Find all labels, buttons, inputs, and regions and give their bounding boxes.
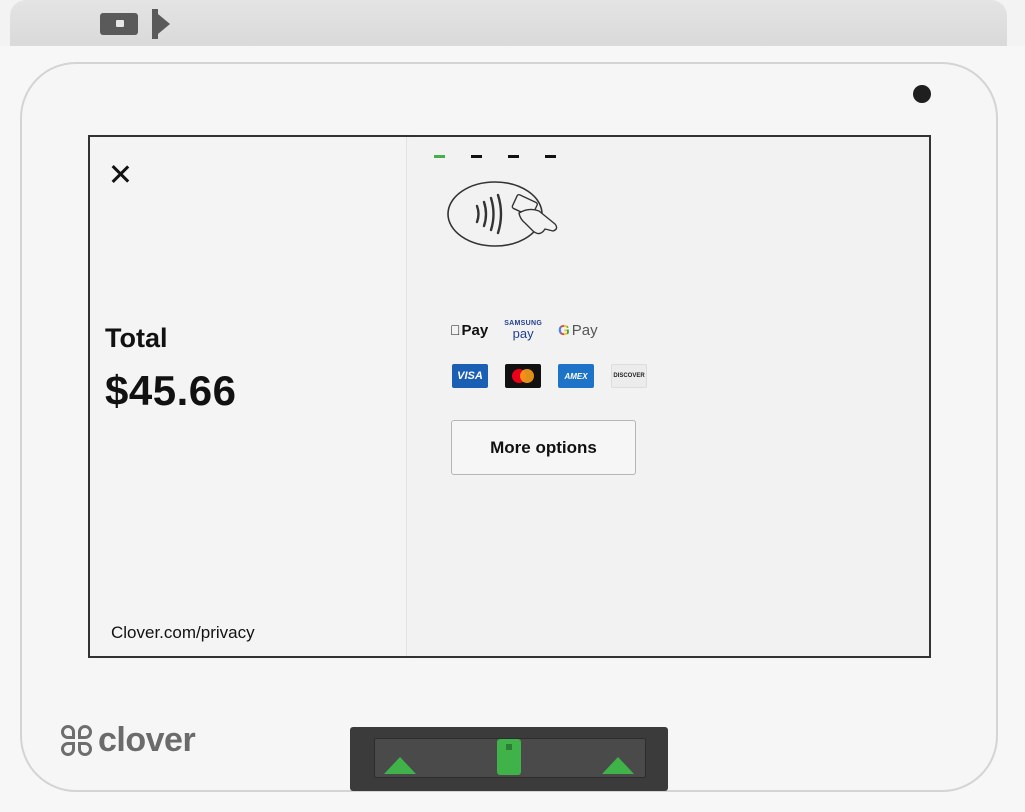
clover-mark-icon [60, 724, 94, 758]
progress-step [471, 155, 482, 158]
card-reader[interactable] [350, 727, 668, 791]
clover-logo: clover [60, 721, 196, 760]
total-pane: Total $45.66 Clover.com/privacy [90, 137, 407, 656]
payment-screen: Total $45.66 Clover.com/privacy  Pay [88, 135, 931, 658]
digital-wallets:  Pay SAMSUNG pay G Pay [450, 320, 598, 340]
total-label: Total [105, 323, 168, 353]
total-amount: $45.66 [105, 367, 237, 414]
progress-step [508, 155, 519, 158]
close-icon[interactable] [109, 163, 131, 185]
device-top-ridge [10, 0, 1007, 48]
visa-logo: VISA [452, 364, 488, 388]
samsung-pay-logo: SAMSUNG pay [493, 320, 542, 341]
apple-logo-icon:  [450, 322, 461, 338]
slot-arrow-icon [152, 9, 170, 39]
privacy-link[interactable]: Clover.com/privacy [111, 623, 255, 643]
apple-pay-logo:  Pay [450, 321, 488, 339]
amex-logo: AMEX [558, 364, 594, 388]
progress-indicator [434, 155, 556, 158]
mastercard-logo [505, 364, 541, 388]
google-pay-logo: G Pay [547, 321, 598, 339]
reader-card-icon [497, 739, 521, 775]
reader-arrow-icon [602, 757, 634, 774]
contactless-tap-icon [447, 181, 558, 247]
card-brands: VISA AMEX DISCOVER [452, 364, 647, 388]
progress-step [434, 155, 445, 158]
more-options-button[interactable]: More options [451, 420, 636, 475]
camera-icon [913, 85, 931, 103]
reader-arrow-icon [384, 757, 416, 774]
progress-step [545, 155, 556, 158]
discover-logo: DISCOVER [611, 364, 647, 388]
card-slot-icon [100, 13, 138, 35]
payment-methods-pane:  Pay SAMSUNG pay G Pay VISA AMEX DISCOV… [407, 137, 929, 656]
clover-wordmark: clover [98, 721, 196, 759]
